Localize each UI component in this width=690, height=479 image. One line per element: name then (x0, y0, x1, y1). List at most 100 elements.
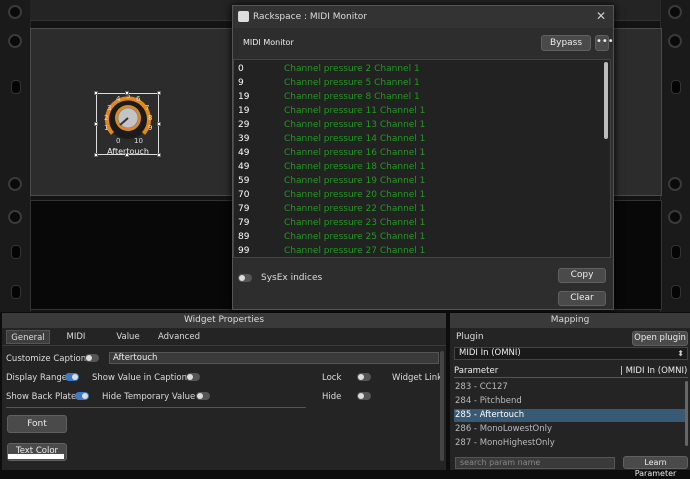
customize-caption-toggle[interactable] (85, 354, 99, 362)
mapping-panel: Mapping Plugin Open plugin MIDI In (OMNI… (450, 313, 690, 478)
plugin-select-value: MIDI In (OMNI) (459, 348, 521, 358)
message-value: 89 (238, 232, 250, 242)
midi-message-row[interactable]: 39 Channel pressure 14 Channel 1 (238, 132, 598, 146)
show-back-plate-toggle[interactable] (75, 392, 89, 400)
learn-parameter-button[interactable]: Learn Parameter (623, 456, 688, 478)
midi-message-row[interactable]: 49 Channel pressure 18 Channel 1 (238, 160, 598, 174)
rack-slot-icon (671, 285, 681, 299)
plugin-select[interactable]: MIDI In (OMNI) ⬍ (454, 347, 688, 360)
resize-handle[interactable] (157, 91, 161, 95)
search-param-input[interactable]: search param name (455, 457, 615, 469)
widget-link-label: Widget Link (392, 373, 443, 383)
midi-message-row[interactable]: 0 Channel pressure 2 Channel 1 (238, 62, 598, 76)
parameter-row[interactable]: 284 - Pitchbend (454, 395, 685, 408)
resize-handle[interactable] (94, 122, 98, 126)
lock-toggle[interactable] (357, 373, 371, 381)
midi-message-row[interactable]: 19 Channel pressure 11 Channel 1 (238, 104, 598, 118)
show-value-toggle[interactable] (186, 373, 200, 381)
message-value: 49 (238, 162, 250, 172)
midi-message-row[interactable]: 9 Channel pressure 5 Channel 1 (238, 76, 598, 90)
rack-screw-icon (8, 5, 22, 19)
parameter-row[interactable]: 286 - MonoLowestOnly (454, 423, 685, 436)
message-value: 99 (238, 246, 250, 256)
message-text: Channel pressure 11 Channel 1 (284, 106, 426, 116)
bypass-button[interactable]: Bypass (541, 35, 591, 51)
text-color-swatch (8, 454, 64, 459)
rack-screw-icon (8, 210, 22, 224)
show-value-label: Show Value in Caption (92, 373, 187, 383)
sysex-label: SysEx indices (261, 273, 323, 283)
open-plugin-button[interactable]: Open plugin (632, 331, 688, 346)
parameter-scrollbar[interactable] (685, 381, 688, 446)
message-value: 39 (238, 134, 250, 144)
display-range-toggle[interactable] (65, 373, 79, 381)
midi-message-row[interactable]: 70 Channel pressure 20 Channel 1 (238, 188, 598, 202)
tab-advanced[interactable]: Advanced (154, 330, 204, 344)
midi-message-row[interactable]: 79 Channel pressure 22 Channel 1 (238, 202, 598, 216)
message-value: 79 (238, 204, 250, 214)
midi-message-row[interactable]: 19 Channel pressure 8 Channel 1 (238, 90, 598, 104)
rack-slot-icon (11, 285, 21, 299)
message-text: Channel pressure 19 Channel 1 (284, 176, 426, 186)
widget-selection-box[interactable] (96, 93, 159, 155)
window-title: Rackspace : MIDI Monitor (253, 12, 367, 22)
list-scrollbar[interactable] (604, 62, 608, 139)
midi-message-row[interactable]: 29 Channel pressure 13 Channel 1 (238, 118, 598, 132)
resize-handle[interactable] (125, 91, 129, 95)
lock-label: Lock (322, 373, 342, 383)
tab-general[interactable]: General (6, 330, 50, 344)
rack-screw-icon (668, 177, 682, 191)
message-text: Channel pressure 20 Channel 1 (284, 190, 426, 200)
rack-slot-icon (11, 245, 21, 259)
tab-midi[interactable]: MIDI (56, 330, 96, 344)
midi-message-row[interactable]: 49 Channel pressure 16 Channel 1 (238, 146, 598, 160)
app-logo-icon (238, 11, 249, 22)
message-value: 19 (238, 92, 250, 102)
panel-title: Mapping (450, 313, 690, 328)
monitor-label: MIDI Monitor (243, 38, 294, 47)
hide-temp-value-toggle[interactable] (196, 392, 210, 400)
message-text: Channel pressure 22 Channel 1 (284, 204, 426, 214)
clear-button[interactable]: Clear (558, 291, 606, 306)
font-button[interactable]: Font (7, 415, 67, 433)
message-value: 70 (238, 190, 250, 200)
parameter-row[interactable]: 285 - Aftertouch (454, 409, 685, 422)
window-title-bar[interactable]: Rackspace : MIDI Monitor ✕ (233, 6, 613, 28)
message-value: 59 (238, 176, 250, 186)
more-options-button[interactable]: ••• (595, 35, 614, 51)
message-text: Channel pressure 23 Channel 1 (284, 218, 426, 228)
hide-label: Hide (322, 392, 342, 402)
message-text: Channel pressure 5 Channel 1 (284, 78, 420, 88)
tab-divider (2, 345, 446, 346)
rack-slot-icon (671, 245, 681, 259)
message-text: Channel pressure 2 Channel 1 (284, 64, 420, 74)
knob-caption: Aftertouch (107, 147, 149, 156)
resize-handle[interactable] (157, 122, 161, 126)
copy-button[interactable]: Copy (558, 268, 606, 283)
midi-message-row[interactable]: 59 Channel pressure 19 Channel 1 (238, 174, 598, 188)
close-icon[interactable]: ✕ (596, 9, 606, 23)
tab-value[interactable]: Value (108, 330, 148, 344)
resize-handle[interactable] (94, 91, 98, 95)
caption-input[interactable]: Aftertouch (109, 352, 439, 364)
parameter-column-header: Parameter (454, 366, 499, 376)
midi-message-list[interactable]: 0 Channel pressure 2 Channel 1 9 Channel pr… (233, 59, 611, 258)
rack-slot-icon (671, 80, 681, 94)
hide-toggle[interactable] (357, 392, 371, 400)
message-value: 49 (238, 148, 250, 158)
hide-temp-value-label: Hide Temporary Value (102, 392, 196, 402)
message-value: 19 (238, 106, 250, 116)
panel-scrollbar[interactable] (440, 351, 444, 461)
rack-slot-icon (11, 80, 21, 94)
midi-message-row[interactable]: 89 Channel pressure 25 Channel 1 (238, 230, 598, 244)
parameter-row[interactable]: 283 - CC127 (454, 381, 685, 394)
message-text: Channel pressure 13 Channel 1 (284, 120, 426, 130)
rack-screw-icon (8, 34, 22, 48)
widget-properties-panel: Widget Properties General MIDI Value Adv… (2, 313, 446, 470)
message-text: Channel pressure 18 Channel 1 (284, 162, 426, 172)
rack-screw-icon (8, 177, 22, 191)
midi-message-row[interactable]: 99 Channel pressure 27 Channel 1 (238, 244, 598, 258)
parameter-row[interactable]: 287 - MonoHighestOnly (454, 437, 685, 450)
midi-message-row[interactable]: 79 Channel pressure 23 Channel 1 (238, 216, 598, 230)
sysex-toggle[interactable] (238, 274, 252, 282)
